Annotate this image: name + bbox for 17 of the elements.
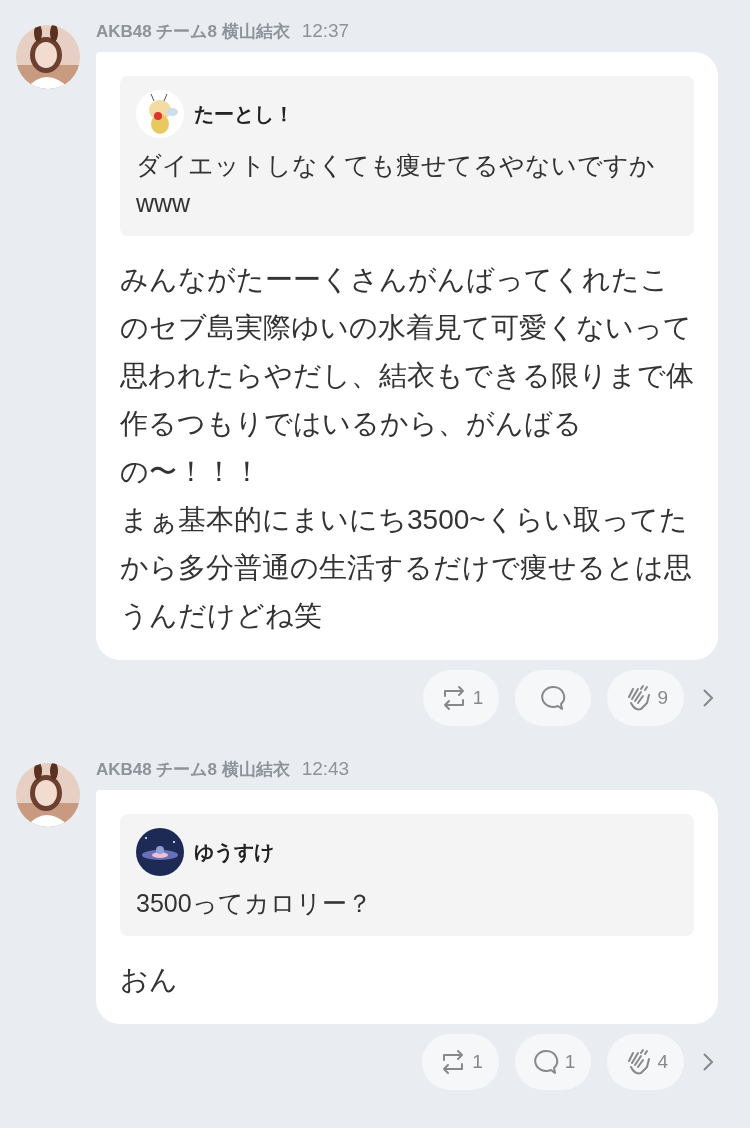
- message-text: おん: [120, 963, 179, 997]
- author-name: AKB48 チーム8 横山結衣: [96, 21, 290, 43]
- clap-button[interactable]: 4: [607, 1034, 684, 1090]
- repost-button[interactable]: 1: [422, 1034, 499, 1090]
- quoted-text: ダイエットしなくても痩せてるやないですかwww: [136, 150, 656, 219]
- quoted-author: たーとし！: [194, 101, 294, 127]
- quoted-text: 3500ってカロリー？: [136, 888, 373, 919]
- comment-button[interactable]: [515, 670, 592, 726]
- post-time: 12:37: [301, 20, 350, 42]
- author-name: AKB48 チーム8 横山結衣: [96, 759, 290, 781]
- repost-button[interactable]: 1: [422, 670, 500, 726]
- message-text: みんながたーーくさんがんばってくれたこのセブ島実際ゆいの水着見て可愛くないって思われたらやだし、結衣もできる限りまで体作るつもりではいるから、がんばるの〜！！！: [120, 263, 694, 489]
- post-time: 12:43: [301, 758, 350, 780]
- comment-button[interactable]: 1: [514, 1034, 592, 1090]
- quoted-author: ゆうすけ: [194, 839, 274, 865]
- message-text: まぁ基本的にまいにち3500~くらい取ってたから多分普通の生活するだけで痩せるとは思うんだけどね笑: [120, 503, 693, 633]
- clap-button[interactable]: 9: [607, 670, 684, 726]
